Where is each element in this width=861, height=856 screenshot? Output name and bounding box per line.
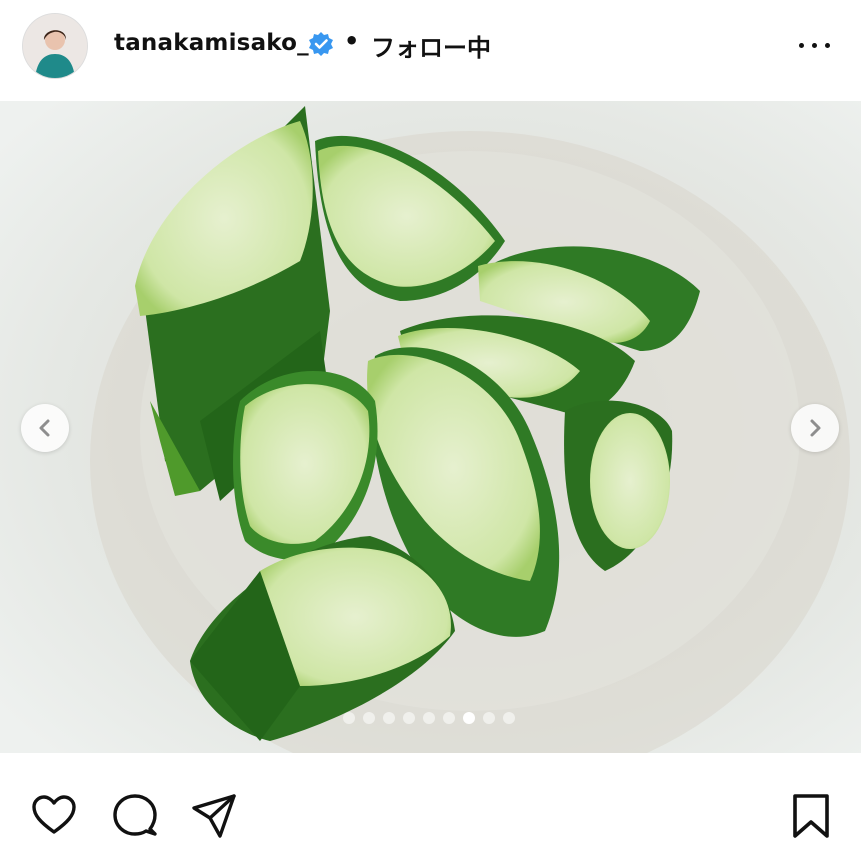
carousel-dot [503,712,515,724]
previous-slide-button[interactable] [21,404,69,452]
carousel-indicator [343,712,515,724]
carousel-dot [463,712,475,724]
verified-badge-icon [308,31,334,57]
carousel-dot [343,712,355,724]
heart-icon[interactable] [30,792,78,840]
carousel-dot [483,712,495,724]
profile-photo [23,14,87,78]
username-link[interactable]: tanakamisako_ [114,30,309,56]
carousel-dot [403,712,415,724]
post-image[interactable] [0,101,861,753]
chevron-right-icon [810,419,821,437]
carousel-dot [383,712,395,724]
action-bar [0,753,861,856]
next-slide-button[interactable] [791,404,839,452]
separator-dot: • [344,27,360,55]
comment-icon[interactable] [110,792,158,840]
cucumber-photo [0,101,861,753]
avatar[interactable] [23,14,87,78]
send-icon[interactable] [190,792,238,840]
chevron-left-icon [39,419,50,437]
post-header: tanakamisako_ • フォロー中 [0,0,861,100]
bookmark-icon[interactable] [787,792,835,840]
carousel-dot [363,712,375,724]
carousel-dot [423,712,435,724]
follow-status-button[interactable]: フォロー中 [371,28,491,63]
carousel-dot [443,712,455,724]
more-options-icon[interactable] [795,30,835,60]
